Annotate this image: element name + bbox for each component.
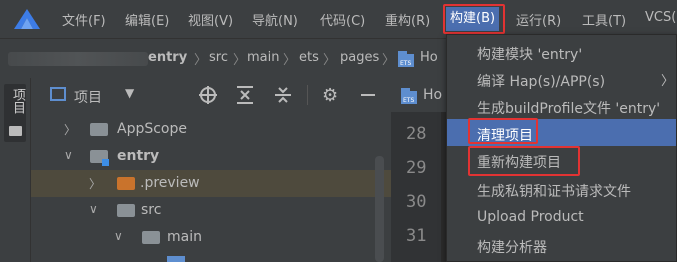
menu-item-generate-build-profile[interactable]: 生成buildProfile文件 'entry' bbox=[447, 92, 676, 119]
folder-icon bbox=[117, 204, 135, 217]
breadcrumb-ets[interactable]: ets bbox=[299, 50, 319, 65]
chevron-down-icon[interactable]: ∨ bbox=[114, 229, 123, 243]
chevron-right-icon: 〉 bbox=[323, 53, 337, 68]
menu-bar: 文件(F) 编辑(E) 视图(V) 导航(N) 代码(C) 重构(R) 构建(B… bbox=[0, 0, 677, 38]
tree-label: .preview bbox=[140, 175, 200, 191]
tree-label: main bbox=[167, 229, 202, 245]
menu-item-build-hap[interactable]: 编译 Hap(s)/APP(s) 〉 bbox=[447, 65, 676, 92]
menu-item-label: 构建模块 'entry' bbox=[477, 47, 583, 63]
locate-icon[interactable] bbox=[199, 86, 217, 104]
ets-file-icon: ETS bbox=[401, 88, 417, 104]
project-tool-window-button[interactable]: 项目 bbox=[4, 84, 26, 142]
menu-item-label: 构建分析器 bbox=[477, 240, 547, 256]
line-number: 28 bbox=[406, 124, 427, 144]
tree-label: AppScope bbox=[117, 121, 187, 137]
tree-item-src[interactable]: ∨ src bbox=[31, 197, 391, 224]
chevron-right-icon: 〉 bbox=[194, 53, 208, 68]
tree-item-entry[interactable]: ∨ entry bbox=[31, 143, 391, 170]
menu-tools[interactable]: 工具(T) bbox=[582, 10, 626, 29]
folder-icon bbox=[9, 126, 22, 136]
excluded-folder-icon bbox=[117, 177, 135, 190]
menu-navigate[interactable]: 导航(N) bbox=[252, 10, 298, 29]
project-toolbar: 项目 ▼ ⚙ bbox=[31, 78, 391, 113]
project-view-label[interactable]: 项目 bbox=[74, 87, 102, 107]
menu-edit[interactable]: 编辑(E) bbox=[125, 10, 169, 29]
gear-icon[interactable]: ⚙ bbox=[322, 85, 338, 106]
breadcrumb-entry[interactable]: entry bbox=[148, 50, 187, 65]
chevron-right-icon[interactable]: 〉 bbox=[89, 175, 101, 192]
menu-code[interactable]: 代码(C) bbox=[320, 10, 365, 29]
chevron-right-icon: 〉 bbox=[233, 53, 247, 68]
collapse-all-icon[interactable] bbox=[274, 86, 292, 104]
menu-item-generate-key-csr[interactable]: 生成私钥和证书请求文件 bbox=[447, 175, 676, 202]
line-number: 29 bbox=[406, 158, 427, 178]
tree-item-main[interactable]: ∨ main bbox=[31, 224, 391, 251]
hide-icon[interactable] bbox=[361, 94, 375, 96]
tree-scrollbar[interactable] bbox=[375, 156, 384, 262]
menu-item-label: 编译 Hap(s)/APP(s) bbox=[477, 74, 606, 90]
folder-icon bbox=[90, 123, 108, 136]
tree-item-appscope[interactable]: 〉 AppScope bbox=[31, 116, 391, 143]
chevron-down-icon[interactable]: ∨ bbox=[89, 202, 98, 216]
line-number: 31 bbox=[406, 226, 427, 246]
chevron-right-icon: 〉 bbox=[283, 53, 297, 68]
ets-file-icon: ETS bbox=[398, 51, 414, 67]
chevron-right-icon[interactable]: 〉 bbox=[64, 121, 76, 138]
highlight-box-clean-project bbox=[468, 118, 538, 144]
module-badge-icon bbox=[102, 159, 109, 166]
tree-label: entry bbox=[117, 148, 160, 164]
project-tree: 〉 AppScope ∨ entry 〉 .preview ∨ src ∨ ma… bbox=[31, 112, 391, 262]
menu-item-upload-product[interactable]: Upload Product bbox=[447, 203, 676, 230]
tree-item-preview[interactable]: 〉 .preview bbox=[31, 170, 391, 197]
app-logo-icon[interactable] bbox=[14, 9, 40, 29]
menu-view[interactable]: 视图(V) bbox=[188, 10, 233, 29]
menu-item-build-module[interactable]: 构建模块 'entry' bbox=[447, 38, 676, 65]
folder-icon bbox=[142, 231, 160, 244]
menu-file[interactable]: 文件(F) bbox=[62, 10, 106, 29]
highlight-box-rebuild-project bbox=[468, 146, 580, 176]
chevron-down-icon[interactable]: ∨ bbox=[64, 148, 73, 162]
menu-refactor[interactable]: 重构(R) bbox=[385, 10, 430, 29]
chevron-down-icon[interactable]: ▼ bbox=[125, 86, 134, 100]
expand-all-icon[interactable] bbox=[236, 86, 254, 104]
menu-vcs[interactable]: VCS( bbox=[645, 10, 676, 25]
blurred-path-segment bbox=[8, 52, 148, 66]
svg-text:ETS: ETS bbox=[400, 60, 411, 67]
divider bbox=[307, 85, 308, 105]
tree-label: src bbox=[141, 202, 162, 218]
project-tool-label: 项目 bbox=[10, 88, 25, 114]
left-tool-strip: 项目 bbox=[0, 78, 31, 262]
chevron-right-icon: 〉 bbox=[382, 53, 396, 68]
highlight-box-build-menu bbox=[443, 4, 505, 34]
breadcrumb-pages[interactable]: pages bbox=[340, 50, 379, 65]
menu-item-label: 生成私钥和证书请求文件 bbox=[477, 184, 631, 200]
line-number: 30 bbox=[406, 192, 427, 212]
breadcrumb-main[interactable]: main bbox=[247, 50, 279, 65]
project-view-icon bbox=[50, 87, 66, 101]
svg-text:ETS: ETS bbox=[403, 97, 414, 104]
menu-item-label: Upload Product bbox=[477, 209, 584, 225]
submenu-arrow-icon: 〉 bbox=[661, 74, 675, 89]
menu-item-label: 生成buildProfile文件 'entry' bbox=[477, 101, 661, 117]
breadcrumb-file[interactable]: Ho bbox=[420, 50, 438, 65]
menu-run[interactable]: 运行(R) bbox=[516, 10, 561, 29]
editor-tab-label: Ho bbox=[423, 87, 443, 103]
breadcrumb-src[interactable]: src bbox=[209, 50, 228, 65]
folder-icon-partial bbox=[167, 256, 185, 262]
menu-item-build-analyzer[interactable]: 构建分析器 bbox=[447, 231, 676, 258]
